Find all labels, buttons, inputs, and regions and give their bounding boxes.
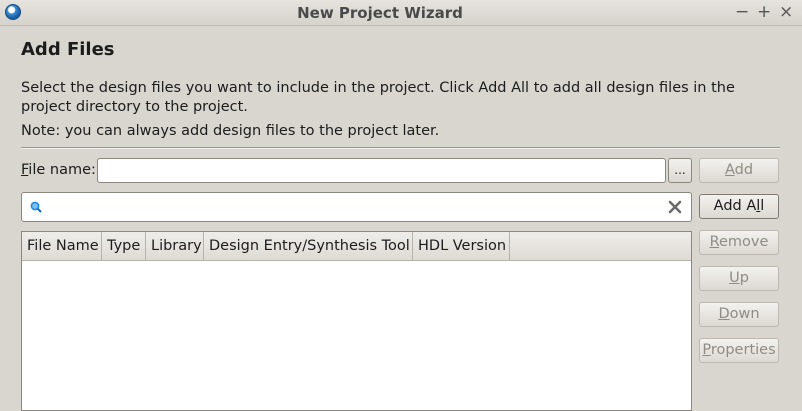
page-description: Select the design files you want to incl… [21,80,735,115]
files-table[interactable]: File Name Type Library Design Entry/Synt… [21,231,692,411]
file-name-label: File name: [21,162,96,178]
minimize-icon[interactable]: − [735,2,749,22]
window-title: New Project Wizard [297,4,463,22]
file-name-input[interactable] [97,158,666,183]
title-bar: New Project Wizard − + × [0,0,802,26]
column-header-library[interactable]: Library [146,232,204,260]
add-all-button[interactable]: Add All [699,194,779,219]
clear-search-icon[interactable] [667,199,683,215]
divider [21,147,780,149]
properties-button[interactable]: Properties [699,338,779,363]
close-icon[interactable]: × [779,2,793,22]
column-header-file-name[interactable]: File Name [22,232,102,260]
table-header: File Name Type Library Design Entry/Synt… [22,232,691,261]
add-button[interactable]: Add [699,158,779,183]
maximize-icon[interactable]: + [757,2,771,22]
page-heading: Add Files [21,39,115,60]
column-header-design-entry-tool[interactable]: Design Entry/Synthesis Tool [204,232,413,260]
column-header-type[interactable]: Type [102,232,146,260]
down-button[interactable]: Down [699,302,779,327]
search-input[interactable] [21,192,692,222]
remove-button[interactable]: Remove [699,230,779,255]
up-button[interactable]: Up [699,266,779,291]
browse-button[interactable]: ... [668,158,692,183]
search-icon [30,201,42,213]
page-note: Note: you can always add design files to… [21,123,440,139]
column-header-hdl-version[interactable]: HDL Version [413,232,510,260]
